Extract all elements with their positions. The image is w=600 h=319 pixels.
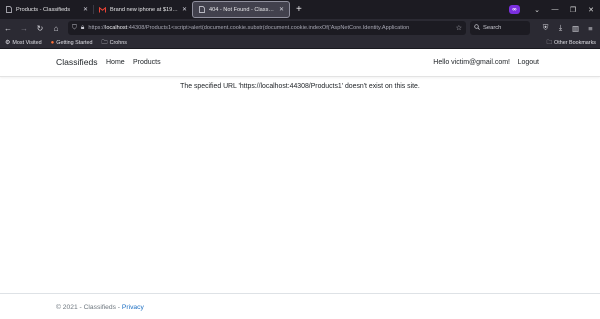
shield-icon[interactable]: ⛉ [72,24,77,32]
close-icon[interactable]: ✕ [182,6,187,13]
new-tab-button[interactable]: + [290,0,308,19]
reload-icon[interactable]: ↻ [32,24,48,33]
search-input[interactable]: Search [470,21,530,35]
pocket-icon[interactable]: ⛨ [538,23,553,33]
tab-title: 404 - Not Found - Classifieds [209,6,275,13]
url-path: :44308/Products1<script>alert(document.c… [127,25,410,31]
extension-icon[interactable]: ∞ [509,5,520,14]
bookmark-most-visited[interactable]: ⚙ Most Visited [5,39,42,47]
url-prefix: https:// [88,25,106,31]
bookmark-star-icon[interactable]: ☆ [456,24,462,32]
back-arrow-icon[interactable]: ← [0,24,16,33]
search-icon [474,24,480,32]
page-footer: © 2021 - Classifieds - Privacy [0,293,600,319]
bookmarks-bar: ⚙ Most Visited ● Getting Started 🗀 Crohn… [0,37,600,49]
sidebar-icon[interactable]: ▥ [568,24,583,33]
restore-button[interactable]: ❐ [564,6,582,14]
chevron-down-icon[interactable]: ⌄ [528,6,546,14]
nav-home-link[interactable]: Home [106,59,125,66]
downloads-icon[interactable]: ⤓ [553,23,568,33]
copyright-text: © 2021 - Classifieds - [56,304,121,311]
close-icon[interactable]: ✕ [83,6,88,13]
tab-404[interactable]: 404 - Not Found - Classifieds ✕ [192,1,290,18]
brand-link[interactable]: Classifieds [56,57,98,67]
folder-icon: 🗀 [101,39,108,46]
browser-toolbar: ← → ↻ ⌂ ⛉ 🔒︎ https://localhost:44308/Pro… [0,19,600,37]
tab-strip: Products - Classifieds ✕ Brand new iphon… [0,0,600,19]
url-text[interactable]: https://localhost:44308/Products1<script… [88,25,451,31]
toolbar-right: ⛨ ⤓ ▥ ≡ [538,19,598,37]
gmail-icon [99,6,106,13]
tab-gmail[interactable]: Brand new iphone at $199 - atta ✕ [94,1,192,18]
gear-icon: ⚙ [5,40,11,46]
close-icon[interactable]: ✕ [279,6,284,13]
privacy-link[interactable]: Privacy [122,304,144,311]
firefox-icon: ● [50,39,55,46]
bookmark-label: Crohns [109,39,127,46]
bookmark-label: Getting Started [56,39,93,46]
home-icon[interactable]: ⌂ [48,24,64,33]
close-window-button[interactable]: ✕ [582,6,600,14]
not-found-message: The specified URL 'https://localhost:443… [180,83,420,90]
tab-title: Brand new iphone at $199 - atta [110,6,178,13]
minimize-button[interactable]: — [546,6,564,13]
page-icon [5,6,12,13]
nav-products-link[interactable]: Products [133,59,161,66]
url-host: localhost [105,25,128,31]
other-bookmarks[interactable]: 🗀 Other Bookmarks [547,37,596,49]
other-bookmarks-label: Other Bookmarks [554,40,596,46]
search-placeholder: Search [483,25,502,31]
web-page: Classifieds Home Products Hello victim@g… [0,49,600,318]
folder-icon: 🗀 [546,39,553,46]
logout-button[interactable]: Logout [518,59,539,66]
menu-icon[interactable]: ≡ [583,24,598,33]
bookmark-label: Most Visited [12,39,42,46]
tab-products[interactable]: Products - Classifieds ✕ [0,1,93,18]
site-navbar: Classifieds Home Products Hello victim@g… [0,49,600,77]
page-icon [198,6,205,13]
lock-icon[interactable]: 🔒︎ [81,24,84,32]
user-greeting-link[interactable]: Hello victim@gmail.com! [433,59,510,66]
footer-text: © 2021 - Classifieds - Privacy [56,304,144,311]
bookmark-getting-started[interactable]: ● Getting Started [51,40,93,46]
forward-arrow-icon[interactable]: → [16,24,32,33]
window-controls: ∞ ⌄ — ❐ ✕ [509,0,600,19]
tab-title: Products - Classifieds [16,6,71,13]
address-bar[interactable]: ⛉ 🔒︎ https://localhost:44308/Products1<s… [68,21,466,35]
bookmark-crohns[interactable]: 🗀 Crohns [102,38,127,48]
